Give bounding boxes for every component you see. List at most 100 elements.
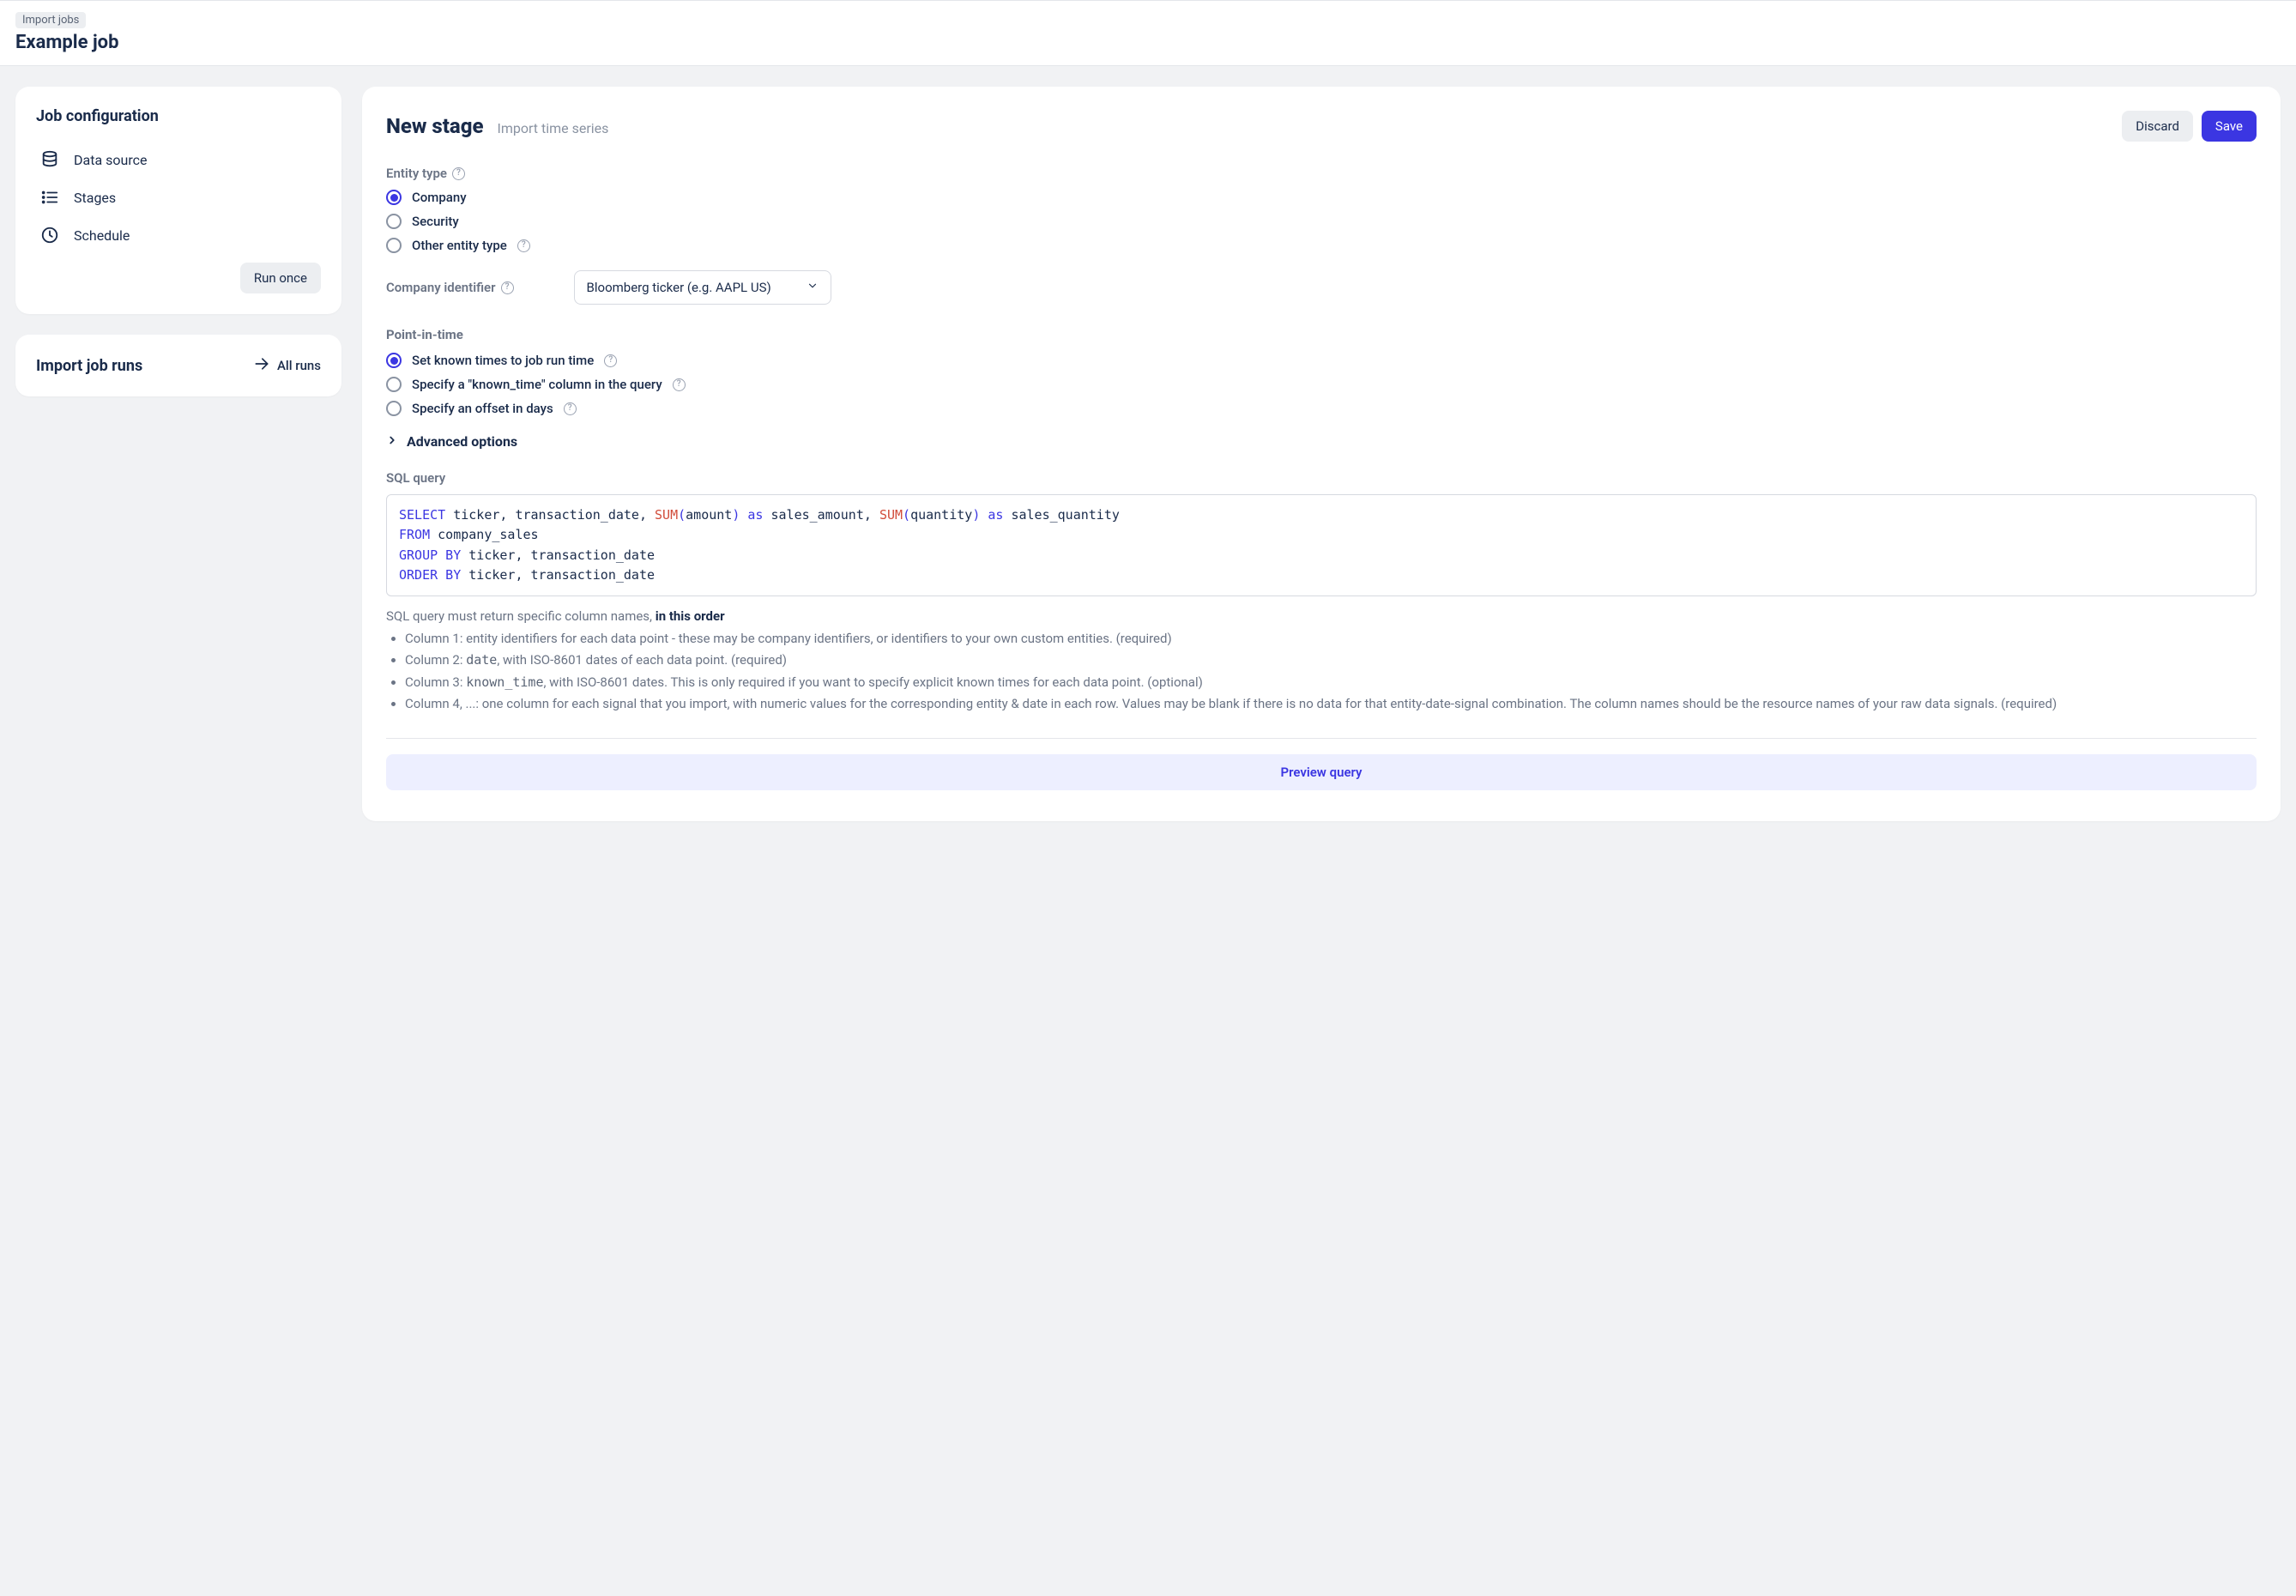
discard-button[interactable]: Discard: [2122, 111, 2193, 142]
sql-label: SQL query: [386, 470, 2257, 486]
clock-icon: [39, 225, 60, 245]
job-config-heading: Job configuration: [36, 107, 321, 125]
page-title: Example job: [15, 32, 2281, 53]
help-icon[interactable]: ?: [501, 281, 514, 294]
sql-token: (: [678, 507, 686, 523]
sidebar-item-data-source[interactable]: Data source: [36, 141, 321, 178]
company-identifier-select[interactable]: Bloomberg ticker (e.g. AAPL US): [574, 270, 831, 305]
sql-token: ORDER BY: [399, 567, 461, 583]
radio-other-entity[interactable]: Other entity type ?: [386, 238, 2257, 253]
stage-title: New stage: [386, 114, 484, 138]
sql-token: ): [732, 507, 740, 523]
help-icon[interactable]: ?: [452, 167, 465, 180]
save-button[interactable]: Save: [2202, 111, 2257, 142]
job-config-card: Job configuration Data source: [15, 87, 341, 314]
sidebar-item-stages[interactable]: Stages: [36, 178, 321, 216]
sidebar-item-label: Stages: [74, 190, 116, 206]
sql-hint-strong: in this order: [656, 608, 725, 624]
chevron-right-icon: [386, 433, 398, 450]
sql-editor[interactable]: SELECT ticker, transaction_date, SUM(amo…: [386, 494, 2257, 596]
list-item-text: Column 3:: [405, 674, 466, 690]
sql-token: (: [903, 507, 910, 523]
job-runs-heading: Import job runs: [36, 357, 142, 375]
entity-type-label-text: Entity type: [386, 166, 447, 181]
sql-columns-list: Column 1: entity identifiers for each da…: [386, 629, 2257, 714]
advanced-options-label: Advanced options: [407, 433, 517, 450]
sql-token: sales_amount,: [763, 507, 879, 523]
list-item-text: Column 2:: [405, 652, 466, 668]
sql-token: ticker, transaction_date: [461, 567, 655, 583]
radio-label: Set known times to job run time: [412, 353, 594, 368]
database-icon: [39, 149, 60, 170]
layout: Job configuration Data source: [0, 66, 2296, 842]
sql-token: sales_quantity: [1003, 507, 1119, 523]
sidebar-item-label: Schedule: [74, 227, 130, 244]
radio-company[interactable]: Company: [386, 190, 2257, 205]
select-value: Bloomberg ticker (e.g. AAPL US): [587, 280, 771, 295]
radio-pit-known-time[interactable]: Specify a "known_time" column in the que…: [386, 377, 2257, 392]
radio-label: Security: [412, 214, 459, 229]
sidebar-item-label: Data source: [74, 152, 147, 168]
sql-token: SUM: [655, 507, 678, 523]
sql-token: amount: [686, 507, 732, 523]
main: New stage Import time series Discard Sav…: [362, 87, 2281, 821]
topbar: Import jobs Example job: [0, 0, 2296, 66]
radio-label: Specify a "known_time" column in the que…: [412, 377, 662, 392]
help-icon[interactable]: ?: [564, 402, 577, 415]
preview-query-button[interactable]: Preview query: [386, 754, 2257, 790]
pit-group: Set known times to job run time ? Specif…: [386, 353, 2257, 416]
radio-label: Other entity type: [412, 238, 507, 253]
radio-icon: [386, 214, 402, 229]
sql-token: SUM: [879, 507, 903, 523]
list-item: Column 3: known_time, with ISO-8601 date…: [405, 673, 2257, 692]
company-identifier-label-text: Company identifier: [386, 280, 496, 295]
help-icon[interactable]: ?: [673, 378, 686, 391]
company-identifier-label: Company identifier ?: [386, 280, 514, 295]
radio-pit-offset[interactable]: Specify an offset in days ?: [386, 401, 2257, 416]
list-item: Column 2: date, with ISO-8601 dates of e…: [405, 650, 2257, 670]
sql-token: GROUP BY: [399, 547, 461, 563]
sql-token: ): [972, 507, 980, 523]
all-runs-label: All runs: [277, 358, 321, 373]
radio-icon: [386, 190, 402, 205]
stage-subtitle: Import time series: [498, 120, 609, 136]
list-item: Column 1: entity identifiers for each da…: [405, 629, 2257, 649]
radio-icon: [386, 401, 402, 416]
entity-type-group: Company Security Other entity type ?: [386, 190, 2257, 253]
run-once-button[interactable]: Run once: [240, 263, 321, 293]
help-icon[interactable]: ?: [604, 354, 617, 367]
sql-token: quantity: [910, 507, 972, 523]
sql-token: as: [747, 507, 763, 523]
sidebar-item-schedule[interactable]: Schedule: [36, 216, 321, 254]
advanced-options-toggle[interactable]: Advanced options: [386, 433, 2257, 450]
divider: [386, 738, 2257, 739]
sql-token: ticker, transaction_date,: [445, 507, 655, 523]
breadcrumb[interactable]: Import jobs: [15, 12, 86, 28]
help-icon[interactable]: ?: [517, 239, 530, 252]
arrow-right-icon: [253, 355, 270, 376]
chevron-down-icon: [807, 280, 819, 295]
radio-label: Specify an offset in days: [412, 401, 553, 416]
radio-pit-runtime[interactable]: Set known times to job run time ?: [386, 353, 2257, 368]
sql-token: SELECT: [399, 507, 445, 523]
sql-token: FROM: [399, 527, 430, 542]
sql-token: company_sales: [430, 527, 538, 542]
radio-icon: [386, 353, 402, 368]
list-icon: [39, 187, 60, 208]
list-item: Column 4, ...: one column for each signa…: [405, 694, 2257, 714]
sql-hint-prefix: SQL query must return specific column na…: [386, 608, 656, 624]
stage-header: New stage Import time series Discard Sav…: [386, 111, 2257, 142]
sql-hint: SQL query must return specific column na…: [386, 608, 2257, 624]
pit-label: Point-in-time: [386, 327, 2257, 342]
radio-label: Company: [412, 190, 467, 205]
company-identifier-row: Company identifier ? Bloomberg ticker (e…: [386, 270, 2257, 305]
sql-token: ticker, transaction_date: [461, 547, 655, 563]
code-inline: known_time: [466, 674, 543, 690]
list-item-text: , with ISO-8601 dates. This is only requ…: [544, 674, 1203, 690]
sql-token: as: [988, 507, 1003, 523]
code-inline: date: [466, 652, 497, 668]
radio-icon: [386, 238, 402, 253]
all-runs-link[interactable]: All runs: [253, 355, 321, 376]
radio-security[interactable]: Security: [386, 214, 2257, 229]
entity-type-label: Entity type ?: [386, 166, 2257, 181]
